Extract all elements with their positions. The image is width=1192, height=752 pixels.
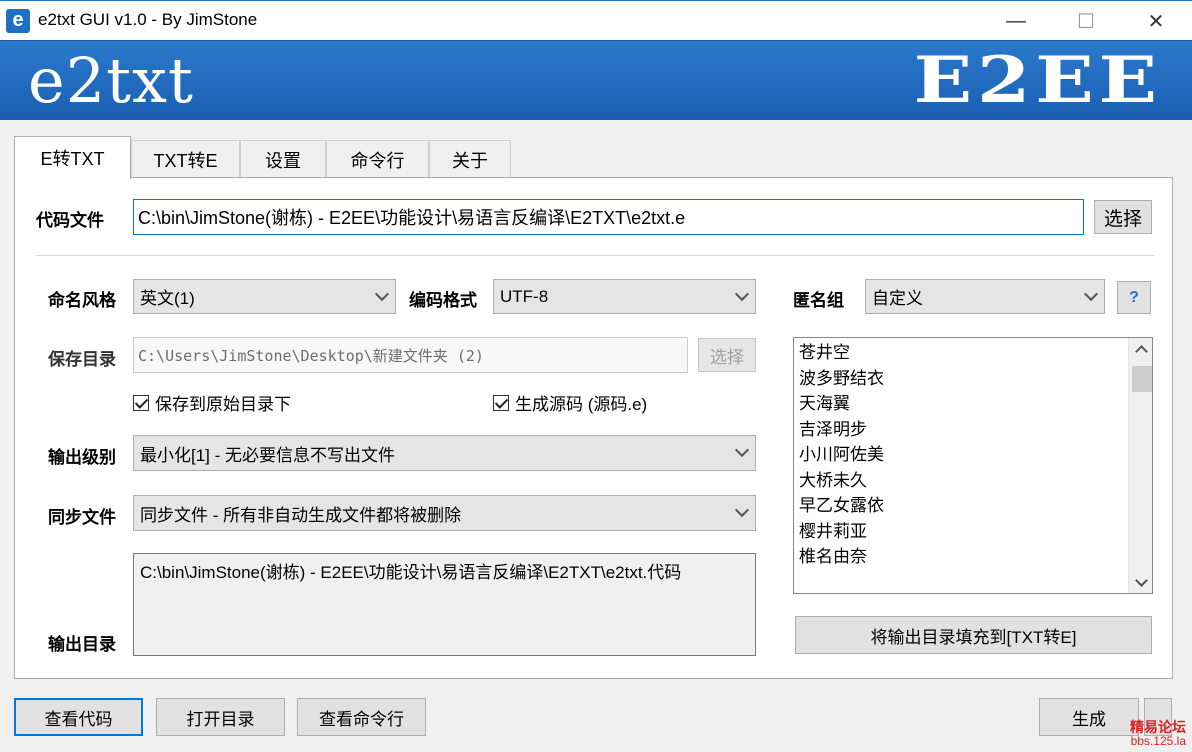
- list-item[interactable]: 樱井莉亚: [794, 519, 1124, 545]
- open-dir-button[interactable]: 打开目录: [156, 698, 285, 736]
- naming-style-label: 命名风格: [48, 291, 116, 310]
- tab-e-to-txt[interactable]: E转TXT: [14, 136, 131, 179]
- naming-style-select[interactable]: 英文(1): [133, 279, 396, 314]
- list-scrollbar[interactable]: [1128, 338, 1152, 593]
- anonymous-group-select[interactable]: 自定义: [865, 279, 1105, 314]
- sync-files-select[interactable]: 同步文件 - 所有非自动生成文件都将被删除: [133, 495, 756, 531]
- chevron-down-icon: [374, 286, 390, 301]
- fill-output-dir-button[interactable]: 将输出目录填充到[TXT转E]: [795, 616, 1152, 654]
- watermark-line1: 精易论坛: [1130, 719, 1186, 735]
- encoding-select[interactable]: UTF-8: [493, 279, 756, 314]
- header-banner: e2txt E2EE: [0, 40, 1192, 120]
- save-dir-select-button[interactable]: 选择: [698, 338, 756, 372]
- output-dir-textarea[interactable]: C:\bin\JimStone(谢栋) - E2EE\功能设计\易语言反编译\E…: [133, 553, 756, 656]
- save-dir-input[interactable]: C:\Users\JimStone\Desktop\新建文件夹 (2): [133, 337, 688, 373]
- save-to-original-label: 保存到原始目录下: [155, 395, 291, 414]
- list-item[interactable]: 苍井空: [794, 340, 1124, 366]
- chevron-down-icon: [734, 286, 750, 301]
- save-to-original-checkbox[interactable]: 保存到原始目录下: [133, 390, 291, 415]
- scroll-thumb[interactable]: [1132, 366, 1152, 392]
- list-item[interactable]: 小川阿佐美: [794, 442, 1124, 468]
- save-dir-label: 保存目录: [48, 350, 116, 369]
- title-bar: e e2txt GUI v1.0 - By JimStone — ☐ ✕: [0, 0, 1192, 40]
- encoding-label: 编码格式: [409, 291, 477, 310]
- chevron-down-icon: [1083, 286, 1099, 301]
- close-button[interactable]: ✕: [1130, 1, 1182, 41]
- help-button[interactable]: ?: [1117, 281, 1151, 314]
- list-items: 苍井空 波多野结衣 天海翼 吉泽明步 小川阿佐美 大桥未久 早乙女露依 樱井莉亚…: [794, 340, 1124, 570]
- forum-watermark: 精易论坛 bbs.125.la: [1130, 720, 1186, 748]
- output-dir-label: 输出目录: [48, 635, 116, 654]
- sync-files-value: 同步文件 - 所有非自动生成文件都将被删除: [140, 505, 462, 525]
- generate-source-label: 生成源码 (源码.e): [515, 395, 648, 414]
- output-level-select[interactable]: 最小化[1] - 无必要信息不写出文件: [133, 435, 756, 471]
- maximize-button[interactable]: ☐: [1060, 1, 1112, 41]
- naming-style-value: 英文(1): [140, 289, 195, 308]
- scroll-up-icon[interactable]: [1129, 338, 1152, 360]
- checkbox-checked-icon: [493, 394, 509, 411]
- tab-txt-to-e[interactable]: TXT转E: [131, 140, 240, 178]
- minimize-button[interactable]: —: [990, 1, 1042, 41]
- window-title: e2txt GUI v1.0 - By JimStone: [38, 10, 258, 29]
- chevron-down-icon: [734, 442, 750, 458]
- output-level-value: 最小化[1] - 无必要信息不写出文件: [140, 445, 396, 465]
- list-item[interactable]: 早乙女露依: [794, 493, 1124, 519]
- scroll-down-icon[interactable]: [1129, 571, 1152, 593]
- code-file-select-button[interactable]: 选择: [1094, 200, 1152, 234]
- sync-files-label: 同步文件: [48, 508, 116, 527]
- generate-source-checkbox[interactable]: 生成源码 (源码.e): [493, 390, 647, 415]
- list-item[interactable]: 椎名由奈: [794, 544, 1124, 570]
- list-item[interactable]: 吉泽明步: [794, 417, 1124, 443]
- watermark-line2: bbs.125.la: [1130, 734, 1186, 748]
- generate-button[interactable]: 生成: [1039, 698, 1139, 736]
- view-code-button[interactable]: 查看代码: [14, 698, 143, 736]
- chevron-down-icon: [734, 502, 750, 518]
- anonymous-names-list[interactable]: 苍井空 波多野结衣 天海翼 吉泽明步 小川阿佐美 大桥未久 早乙女露依 樱井莉亚…: [793, 337, 1153, 594]
- list-item[interactable]: 天海翼: [794, 391, 1124, 417]
- list-item[interactable]: 波多野结衣: [794, 366, 1124, 392]
- e2ee-logo: E2EE: [913, 43, 1162, 118]
- view-cmdline-button[interactable]: 查看命令行: [297, 698, 426, 736]
- list-item[interactable]: 大桥未久: [794, 468, 1124, 494]
- tab-settings[interactable]: 设置: [240, 140, 326, 178]
- code-file-label: 代码文件: [36, 211, 104, 230]
- checkbox-checked-icon: [133, 394, 149, 411]
- divider: [36, 255, 1154, 256]
- output-level-label: 输出级别: [48, 448, 116, 467]
- anonymous-group-value: 自定义: [872, 289, 923, 308]
- tab-about[interactable]: 关于: [429, 140, 511, 178]
- encoding-value: UTF-8: [500, 286, 549, 306]
- tab-command-line[interactable]: 命令行: [326, 140, 429, 178]
- code-file-input[interactable]: C:\bin\JimStone(谢栋) - E2EE\功能设计\易语言反编译\E…: [133, 199, 1084, 235]
- anonymous-group-label: 匿名组: [793, 291, 844, 310]
- e2txt-logo: e2txt: [28, 44, 194, 117]
- app-icon: e: [6, 9, 30, 33]
